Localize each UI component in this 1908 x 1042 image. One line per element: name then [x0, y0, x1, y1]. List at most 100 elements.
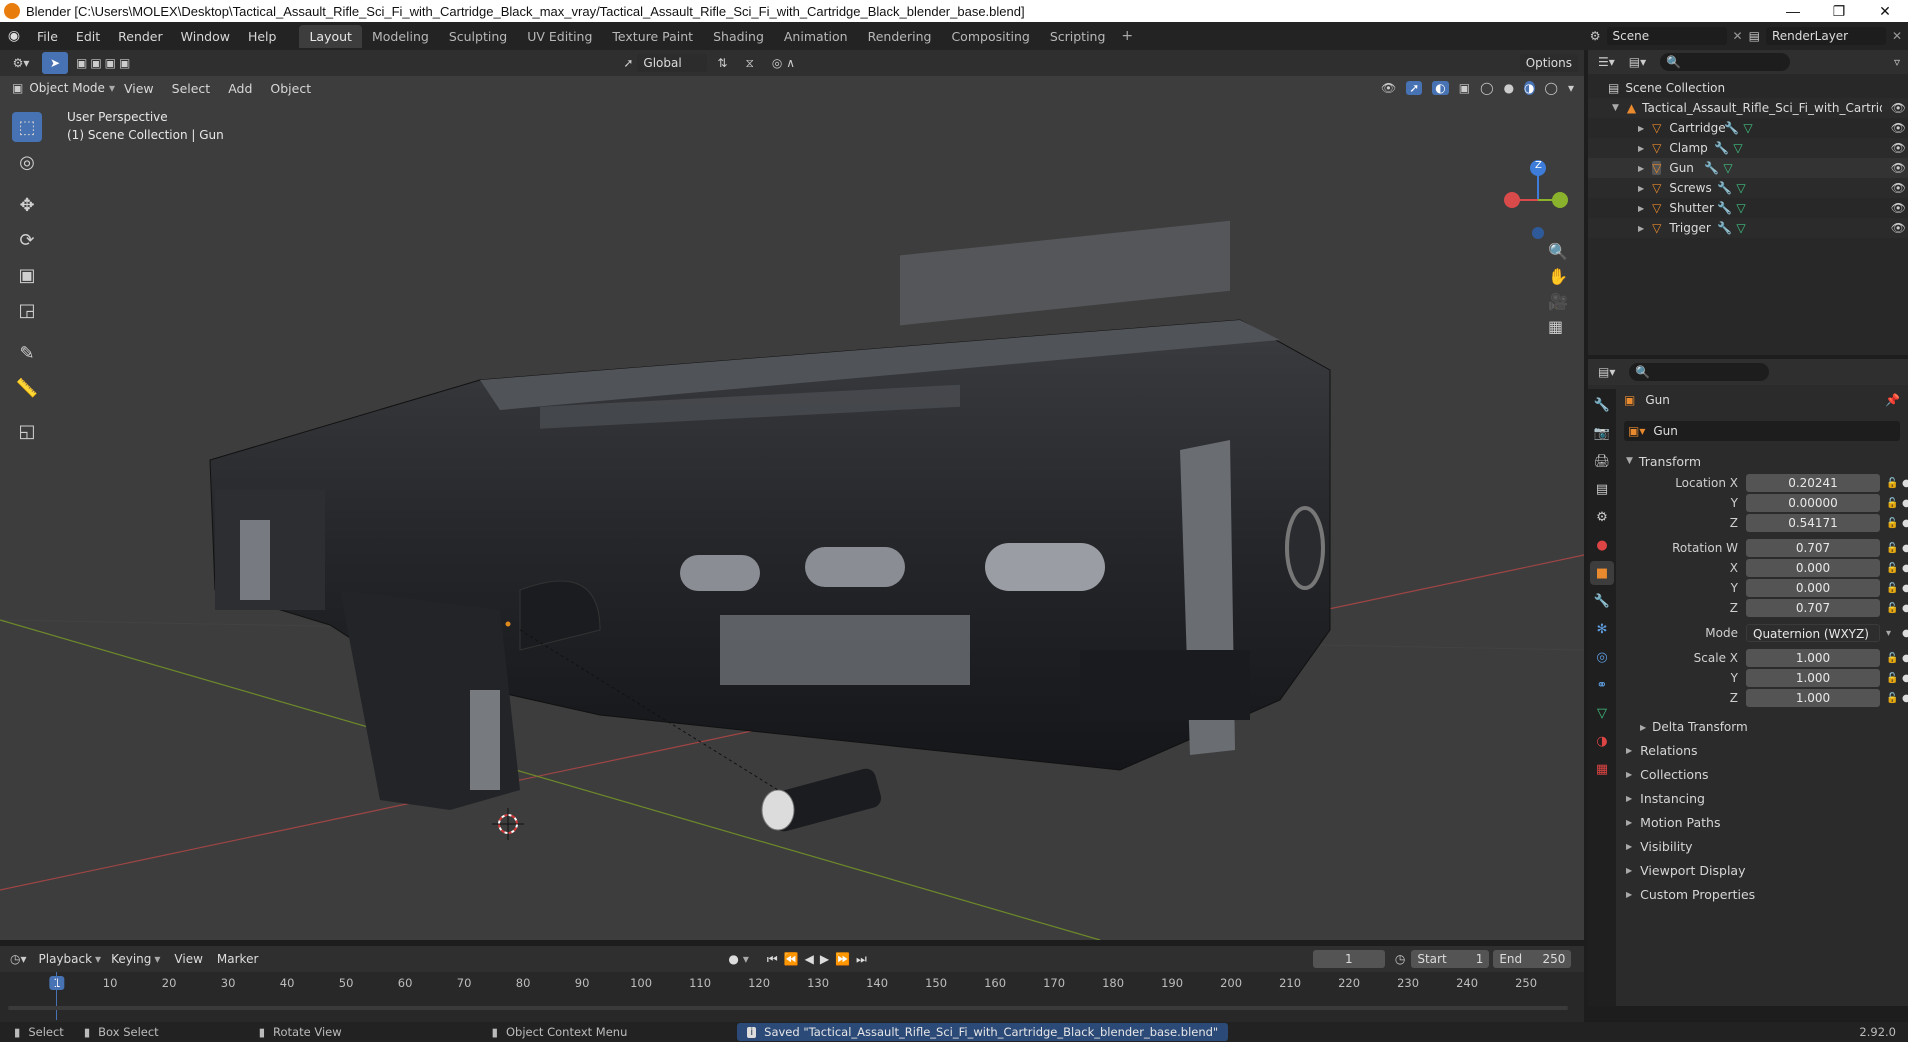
visibility-eye-icon[interactable]: 👁: [1891, 101, 1906, 115]
constraints-tab-icon[interactable]: ⚭: [1590, 673, 1614, 697]
viewport-scene[interactable]: [0, 50, 1584, 940]
timeline-ruler[interactable]: 1 10 20 30 40 50 60 70 80 90 100 110 120 130 140 150 160…: [0, 972, 1584, 1024]
outliner-object-row[interactable]: ▶ ▽ Screws 🔧 ▽ 👁: [1588, 178, 1908, 198]
expand-arrow-icon[interactable]: ▶: [1638, 164, 1644, 173]
rotate-tool-icon[interactable]: ⟳: [12, 225, 42, 255]
visibility-eye-icon[interactable]: 👁: [1891, 221, 1906, 235]
marker-menu[interactable]: Marker: [217, 952, 258, 966]
tab-modeling[interactable]: Modeling: [362, 25, 439, 48]
outliner-object-row[interactable]: ▶ ▽ Cartridge 🔧 ▽ 👁: [1588, 118, 1908, 138]
select-tool-icon[interactable]: ➤: [42, 52, 68, 74]
rotation-y-field[interactable]: 0.000: [1746, 579, 1880, 597]
lock-icon[interactable]: 🔓: [1886, 478, 1900, 489]
selection-mode-icons[interactable]: ▣▣▣▣: [76, 56, 133, 70]
clock-icon[interactable]: ◷: [1395, 952, 1405, 966]
playhead-line[interactable]: [56, 972, 57, 1020]
location-z-field[interactable]: 0.54171: [1746, 514, 1880, 532]
keyframe-dot-icon[interactable]: ●: [1902, 628, 1908, 639]
particles-tab-icon[interactable]: ✻: [1590, 617, 1614, 641]
modifier-tab-icon[interactable]: 🔧: [1590, 589, 1614, 613]
gizmo-toggle-icon[interactable]: ➚: [1406, 81, 1423, 95]
outliner-editor-icon[interactable]: ☰▾: [1598, 55, 1615, 69]
menu-edit[interactable]: Edit: [67, 29, 109, 44]
3d-viewport[interactable]: Z ⚙▾ ➤ ▣▣▣▣ ➚ Global ⇅ ⧖ ◎ ∧ Options ▣ O…: [0, 50, 1584, 940]
viewport-menu-add[interactable]: Add: [219, 81, 261, 96]
restore-icon[interactable]: ❐: [1816, 3, 1862, 20]
scale-x-field[interactable]: 1.000: [1746, 649, 1880, 667]
pivot-icon[interactable]: ⇅: [717, 56, 727, 70]
keyframe-dot-icon[interactable]: ●: [1902, 583, 1908, 594]
custom-properties-panel-header[interactable]: ▶ Custom Properties: [1616, 883, 1908, 905]
menu-render[interactable]: Render: [109, 29, 172, 44]
visibility-eye-icon[interactable]: 👁: [1891, 141, 1906, 155]
tool-tab-icon[interactable]: 🔧: [1590, 393, 1614, 417]
expand-arrow-icon[interactable]: ▶: [1638, 124, 1644, 133]
location-x-field[interactable]: 0.20241: [1746, 474, 1880, 492]
lock-icon[interactable]: 🔓: [1886, 518, 1900, 529]
menu-file[interactable]: File: [28, 29, 67, 44]
playback-menu[interactable]: Playback: [39, 952, 93, 966]
tab-scripting[interactable]: Scripting: [1040, 25, 1116, 48]
output-tab-icon[interactable]: 🖨: [1590, 449, 1614, 473]
world-tab-icon[interactable]: ●: [1590, 533, 1614, 557]
wireframe-shading-icon[interactable]: ◯: [1480, 81, 1493, 95]
select-box-tool-icon[interactable]: ⬚: [12, 112, 42, 142]
keyframe-dot-icon[interactable]: ●: [1902, 673, 1908, 684]
lock-icon[interactable]: 🔓: [1886, 563, 1900, 574]
add-workspace-icon[interactable]: +: [1115, 28, 1139, 44]
timeline-scrollbar[interactable]: [8, 1006, 1568, 1010]
visibility-eye-icon[interactable]: 👁: [1891, 201, 1906, 215]
expand-arrow-icon[interactable]: ▶: [1638, 224, 1644, 233]
tab-rendering[interactable]: Rendering: [858, 25, 942, 48]
scene-field[interactable]: Scene: [1606, 27, 1727, 45]
rotation-w-field[interactable]: 0.707: [1746, 539, 1880, 557]
proportional-edit-icon[interactable]: ◎ ∧: [772, 56, 795, 70]
viewport-display-panel-header[interactable]: ▶ Viewport Display: [1616, 859, 1908, 881]
start-frame-field[interactable]: Start 1: [1411, 950, 1490, 968]
material-tab-icon[interactable]: ◑: [1590, 729, 1614, 753]
view-layer-tab-icon[interactable]: ▤: [1590, 477, 1614, 501]
tab-shading[interactable]: Shading: [703, 25, 774, 48]
properties-search-input[interactable]: 🔍: [1629, 363, 1770, 381]
outliner-search-input[interactable]: 🔍: [1660, 53, 1791, 71]
visibility-eye-icon[interactable]: 👁: [1891, 161, 1906, 175]
chevron-down-icon[interactable]: ▾: [1886, 628, 1900, 639]
relations-panel-header[interactable]: ▶ Relations: [1616, 739, 1908, 761]
tab-sculpting[interactable]: Sculpting: [439, 25, 517, 48]
keyframe-dot-icon[interactable]: ●: [1902, 653, 1908, 664]
blender-menu-icon[interactable]: ◉: [0, 28, 28, 44]
minimize-icon[interactable]: —: [1770, 3, 1816, 20]
keyframe-dot-icon[interactable]: ●: [1902, 543, 1908, 554]
rotation-mode-dropdown[interactable]: Quaternion (WXYZ): [1746, 624, 1880, 642]
editor-type-icon[interactable]: ⚙▾: [0, 56, 42, 70]
timeline-view-menu[interactable]: View: [174, 952, 202, 966]
outliner-scene-collection[interactable]: ▤ Scene Collection: [1588, 78, 1908, 98]
keyframe-dot-icon[interactable]: ●: [1902, 498, 1908, 509]
visibility-panel-header[interactable]: ▶ Visibility: [1616, 835, 1908, 857]
end-frame-field[interactable]: End 250: [1493, 950, 1572, 968]
outliner-object-row[interactable]: ▶ ▽ Trigger 🔧 ▽ 👁: [1588, 218, 1908, 238]
keyframe-dot-icon[interactable]: ●: [1902, 518, 1908, 529]
lock-icon[interactable]: 🔓: [1886, 653, 1900, 664]
visibility-eye-icon[interactable]: 👁: [1891, 181, 1906, 195]
keyframe-dot-icon[interactable]: ●: [1902, 693, 1908, 704]
move-tool-icon[interactable]: ✥: [12, 190, 42, 220]
outliner-object-row[interactable]: ▶ ▽ Gun 🔧 ▽ 👁: [1588, 158, 1908, 178]
expand-arrow-icon[interactable]: ▼: [1612, 103, 1619, 113]
menu-window[interactable]: Window: [172, 29, 239, 44]
renderlayer-close-icon[interactable]: ✕: [1892, 29, 1902, 43]
playback-controls[interactable]: ⏮⏪◀▶⏩⏭: [767, 952, 873, 967]
lock-icon[interactable]: 🔓: [1886, 693, 1900, 704]
expand-arrow-icon[interactable]: ▶: [1638, 184, 1644, 193]
transform-panel-header[interactable]: ▼ Transform: [1616, 450, 1908, 472]
perspective-grid-icon[interactable]: ▦: [1548, 317, 1568, 336]
collections-panel-header[interactable]: ▶ Collections: [1616, 763, 1908, 785]
lock-icon[interactable]: 🔓: [1886, 543, 1900, 554]
xray-icon[interactable]: ▣: [1459, 81, 1470, 95]
display-mode-icon[interactable]: ▤▾: [1629, 55, 1646, 69]
pin-icon[interactable]: 📌: [1885, 393, 1900, 407]
shading-options-icon[interactable]: ▾: [1568, 81, 1574, 95]
snap-icon[interactable]: ⧖: [745, 56, 753, 71]
instancing-panel-header[interactable]: ▶ Instancing: [1616, 787, 1908, 809]
viewport-menu-object[interactable]: Object: [261, 81, 320, 96]
